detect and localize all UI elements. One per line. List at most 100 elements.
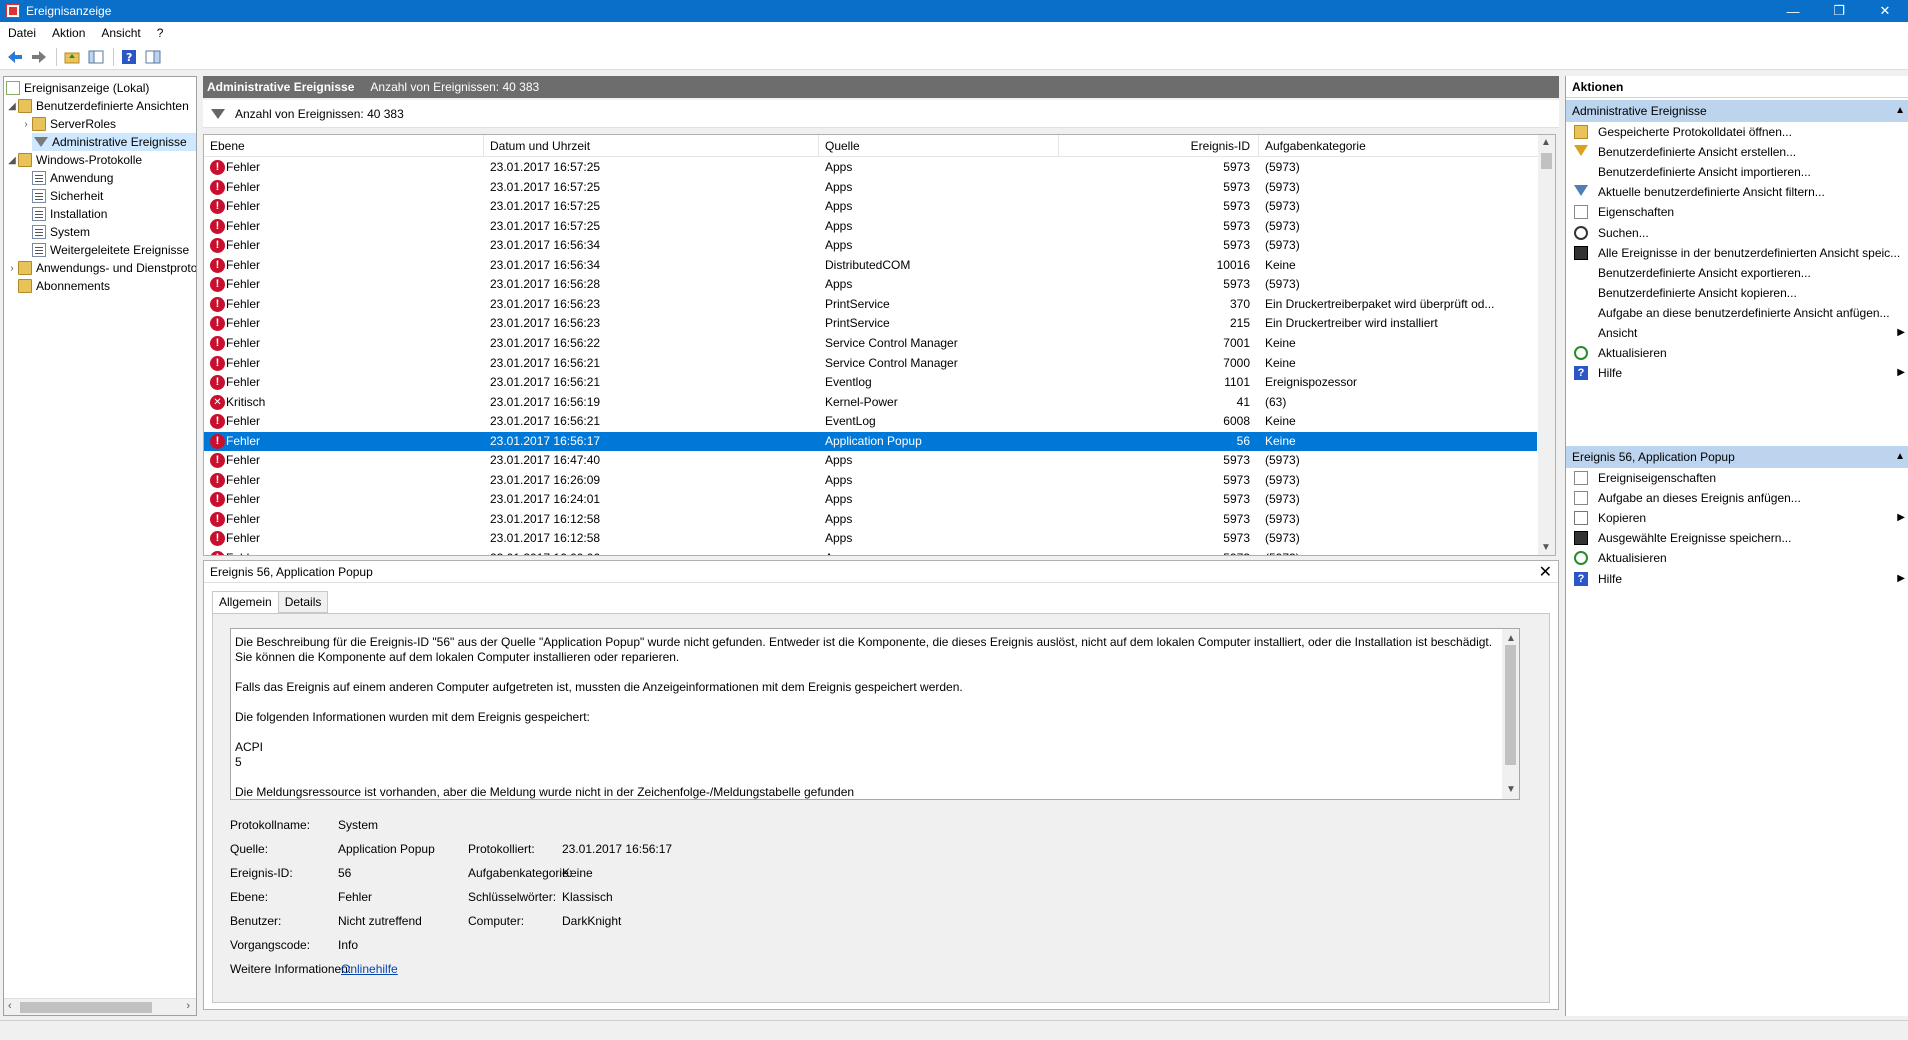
- table-row[interactable]: ! Fehler 23.01.2017 16:57:25 Apps 5973 (5973): [204, 217, 1537, 236]
- close-button[interactable]: ✕: [1862, 0, 1908, 22]
- table-row[interactable]: ! Fehler 23.01.2017 16:24:01 Apps 5973 (5973): [204, 490, 1537, 509]
- action-aufgabe-an-dieses-ereignis-anfügen[interactable]: Aufgabe an dieses Ereignis anfügen...: [1566, 488, 1908, 508]
- tree-item-serverroles[interactable]: › ServerRoles: [20, 115, 116, 133]
- back-button[interactable]: [4, 46, 26, 68]
- table-row[interactable]: ! Fehler 23.01.2017 16:26:09 Apps 5973 (5973): [204, 471, 1537, 490]
- tree-item-anwendung[interactable]: Anwendung: [32, 169, 113, 187]
- collapse-icon[interactable]: ▲: [1895, 446, 1905, 468]
- chevron-right-icon[interactable]: ›: [6, 263, 18, 274]
- action-benutzerdefinierte-ansicht-importieren[interactable]: Benutzerdefinierte Ansicht importieren..…: [1566, 162, 1908, 182]
- menu-datei[interactable]: Datei: [0, 26, 44, 40]
- table-row[interactable]: ! Fehler 23.01.2017 16:56:17 Application Po…: [204, 431, 1537, 451]
- actions-section-event[interactable]: Ereignis 56, Application Popup ▲: [1566, 446, 1908, 468]
- table-row[interactable]: ✕ Kritisch 23.01.2017 16:56:19 Kernel-Power…: [204, 393, 1537, 412]
- error-icon: !: [210, 433, 225, 449]
- scroll-right-icon[interactable]: ›: [186, 1000, 190, 1012]
- column-header-aufgabenkategorie[interactable]: Aufgabenkategorie: [1259, 135, 1539, 157]
- action-gespeicherte-protokolldatei-öffnen[interactable]: Gespeicherte Protokolldatei öffnen...: [1566, 122, 1908, 142]
- action-benutzerdefinierte-ansicht-kopieren[interactable]: Benutzerdefinierte Ansicht kopieren...: [1566, 283, 1908, 303]
- table-row[interactable]: ! Fehler 23.01.2017 16:57:25 Apps 5973 (5973): [204, 178, 1537, 197]
- event-list-scrollbar[interactable]: ▲ ▼: [1538, 135, 1555, 555]
- action-hilfe[interactable]: ? Hilfe ▶: [1566, 569, 1908, 589]
- action-ansicht[interactable]: Ansicht ▶: [1566, 323, 1908, 343]
- scroll-down-icon[interactable]: ▼: [1506, 782, 1516, 797]
- close-icon[interactable]: ✕: [1539, 562, 1552, 582]
- action-suchen[interactable]: Suchen...: [1566, 223, 1908, 243]
- tree-item-root[interactable]: Ereignisanzeige (Lokal): [6, 79, 149, 97]
- tree-item-app-service-logs[interactable]: › Anwendungs- und Dienstprotokolle: [6, 259, 196, 277]
- action-hilfe[interactable]: ? Hilfe ▶: [1566, 363, 1908, 383]
- column-header-quelle[interactable]: Quelle: [819, 135, 1059, 157]
- minimize-button[interactable]: —: [1770, 0, 1816, 22]
- maximize-button[interactable]: ❐: [1816, 0, 1862, 22]
- action-ausgewählte-ereignisse-speichern[interactable]: Ausgewählte Ereignisse speichern...: [1566, 528, 1908, 548]
- collapse-icon[interactable]: ▲: [1895, 100, 1905, 122]
- actions-section-custom-view[interactable]: Administrative Ereignisse ▲: [1566, 100, 1908, 122]
- tab-details[interactable]: Details: [277, 591, 329, 613]
- table-row[interactable]: ! Fehler 23.01.2017 16:12:58 Apps 5973 (5973): [204, 510, 1537, 529]
- tree-item-windows-logs[interactable]: ◢ Windows-Protokolle: [6, 151, 142, 169]
- tree-item-administrative-events[interactable]: Administrative Ereignisse: [32, 133, 196, 151]
- scroll-up-icon[interactable]: ▲: [1506, 631, 1516, 646]
- online-help-link[interactable]: Onlinehilfe: [341, 962, 398, 976]
- table-row[interactable]: ! Fehler 23.01.2017 16:56:21 Service Contro…: [204, 354, 1537, 373]
- cell-ereignis-id: 5973: [1223, 218, 1250, 233]
- action-alle-ereignisse-in-der-benutzerdefinierten-ansicht-speic[interactable]: Alle Ereignisse in der benutzerdefiniert…: [1566, 243, 1908, 263]
- cell-ebene: Fehler: [226, 453, 261, 468]
- action-aufgabe-an-diese-benutzerdefinierte-ansicht-anfügen[interactable]: Aufgabe an diese benutzerdefinierte Ansi…: [1566, 303, 1908, 323]
- scrollbar-thumb[interactable]: [1505, 645, 1516, 765]
- menu-aktion[interactable]: Aktion: [44, 26, 93, 40]
- event-description[interactable]: Die Beschreibung für die Ereignis-ID "56…: [230, 628, 1520, 800]
- action-aktualisieren[interactable]: Aktualisieren: [1566, 343, 1908, 363]
- chevron-right-icon[interactable]: ›: [20, 119, 32, 130]
- show-hide-tree-button[interactable]: [85, 46, 107, 68]
- action-benutzerdefinierte-ansicht-erstellen[interactable]: Benutzerdefinierte Ansicht erstellen...: [1566, 142, 1908, 162]
- show-hide-action-pane-button[interactable]: [142, 46, 164, 68]
- table-row[interactable]: ! Fehler 23.01.2017 16:56:34 Apps 5973 (5973): [204, 236, 1537, 255]
- menu-help[interactable]: ?: [149, 26, 172, 40]
- table-row[interactable]: !Fehler 23.01.2017 16:00:06 Apps 5973 (5973): [204, 549, 1537, 555]
- table-row[interactable]: ! Fehler 23.01.2017 16:56:23 PrintService 37…: [204, 295, 1537, 314]
- table-row[interactable]: ! Fehler 23.01.2017 16:56:21 Eventlog 1101 Er…: [204, 373, 1537, 392]
- action-eigenschaften[interactable]: Eigenschaften: [1566, 202, 1908, 222]
- action-aktuelle-benutzerdefinierte-ansicht-filtern[interactable]: Aktuelle benutzerdefinierte Ansicht filt…: [1566, 182, 1908, 202]
- description-scrollbar[interactable]: ▲ ▼: [1502, 629, 1519, 799]
- action-kopieren[interactable]: Kopieren ▶: [1566, 508, 1908, 528]
- tree-item-installation[interactable]: Installation: [32, 205, 107, 223]
- scroll-down-icon[interactable]: ▼: [1541, 542, 1551, 553]
- help-button[interactable]: ?: [118, 46, 140, 68]
- table-row[interactable]: ! Fehler 23.01.2017 16:57:25 Apps 5973 (5973): [204, 158, 1537, 177]
- table-row[interactable]: ! Fehler 23.01.2017 16:56:28 Apps 5973 (5973): [204, 275, 1537, 294]
- menu-ansicht[interactable]: Ansicht: [93, 26, 148, 40]
- tree-item-custom-views[interactable]: ◢ Benutzerdefinierte Ansichten: [6, 97, 189, 115]
- chevron-down-icon[interactable]: ◢: [6, 155, 18, 166]
- table-row[interactable]: ! Fehler 23.01.2017 16:12:58 Apps 5973 (5973): [204, 529, 1537, 548]
- tree-item-system[interactable]: System: [32, 223, 90, 241]
- table-row[interactable]: ! Fehler 23.01.2017 16:47:40 Apps 5973 (5973): [204, 451, 1537, 470]
- tree-item-forwarded-events[interactable]: Weitergeleitete Ereignisse: [32, 241, 189, 259]
- cell-quelle: EventLog: [825, 414, 876, 429]
- column-header-ebene[interactable]: Ebene: [204, 135, 484, 157]
- scrollbar-thumb[interactable]: [1541, 153, 1552, 169]
- forward-button[interactable]: [28, 46, 50, 68]
- table-row[interactable]: ! Fehler 23.01.2017 16:56:21 EventLog 6008 Ke…: [204, 412, 1537, 431]
- table-row[interactable]: ! Fehler 23.01.2017 16:56:22 Service Contro…: [204, 334, 1537, 353]
- scrollbar-thumb[interactable]: [20, 1002, 152, 1013]
- column-header-ereignis-id[interactable]: Ereignis-ID: [1059, 135, 1259, 157]
- table-row[interactable]: ! Fehler 23.01.2017 16:57:25 Apps 5973 (5973): [204, 197, 1537, 216]
- scroll-left-icon[interactable]: ‹: [8, 1000, 12, 1012]
- action-ereigniseigenschaften[interactable]: Ereigniseigenschaften: [1566, 468, 1908, 488]
- table-row[interactable]: ! Fehler 23.01.2017 16:56:23 PrintService 21…: [204, 314, 1537, 333]
- scroll-up-icon[interactable]: ▲: [1541, 137, 1551, 148]
- tree-item-subscriptions[interactable]: Abonnements: [18, 277, 110, 295]
- tree-item-sicherheit[interactable]: Sicherheit: [32, 187, 103, 205]
- chevron-down-icon[interactable]: ◢: [6, 101, 18, 112]
- tree-horizontal-scrollbar[interactable]: ‹ ›: [4, 998, 196, 1015]
- up-folder-button[interactable]: [61, 46, 83, 68]
- table-row[interactable]: ! Fehler 23.01.2017 16:56:34 DistributedCOM…: [204, 256, 1537, 275]
- tab-allgemein[interactable]: Allgemein: [212, 591, 279, 614]
- action-benutzerdefinierte-ansicht-exportieren[interactable]: Benutzerdefinierte Ansicht exportieren..…: [1566, 263, 1908, 283]
- column-header-datum[interactable]: Datum und Uhrzeit: [484, 135, 819, 157]
- action-aktualisieren[interactable]: Aktualisieren: [1566, 548, 1908, 568]
- cell-quelle: Apps: [825, 472, 853, 487]
